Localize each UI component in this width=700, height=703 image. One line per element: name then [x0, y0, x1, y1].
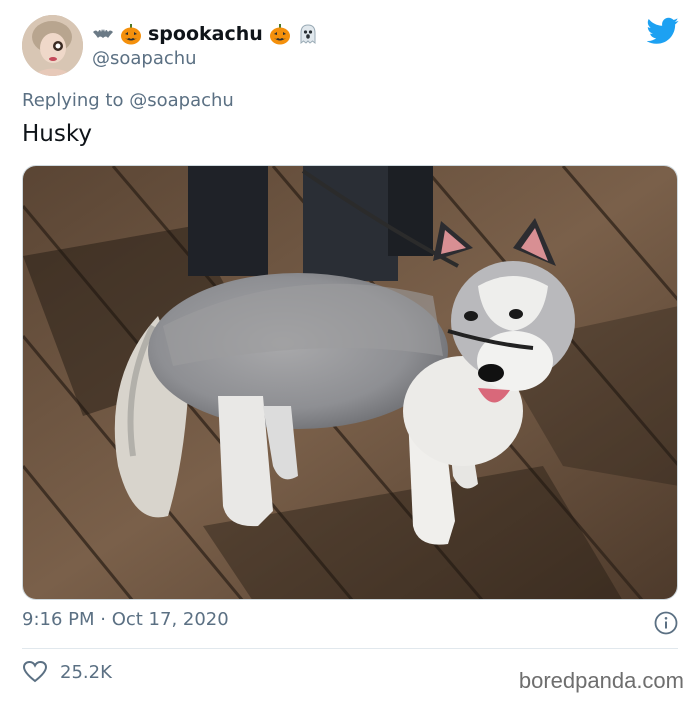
bat-emoji-icon: [93, 29, 113, 38]
like-action[interactable]: 25.2K: [22, 660, 112, 684]
avatar[interactable]: [22, 15, 83, 76]
tweet-text: Husky: [22, 121, 92, 147]
user-handle[interactable]: @soapachu: [92, 48, 197, 69]
replying-to: Replying to @soapachu: [22, 90, 234, 111]
twitter-bird-icon[interactable]: [647, 17, 679, 45]
reply-mention-link[interactable]: @soapachu: [129, 90, 234, 111]
replying-to-prefix: Replying to: [22, 90, 124, 111]
tweet-media-photo[interactable]: [22, 165, 678, 600]
like-count: 25.2K: [60, 661, 112, 683]
jack-o-lantern-emoji-icon: [269, 24, 290, 45]
user-name-row[interactable]: spookachu: [92, 20, 319, 48]
divider: [22, 648, 678, 649]
tweet-timestamp[interactable]: 9:16 PM · Oct 17, 2020: [22, 609, 229, 630]
source-watermark: boredpanda.com: [518, 668, 684, 693]
ghost-emoji-icon: [300, 24, 316, 45]
avatar-image: [22, 15, 83, 76]
heart-icon[interactable]: [22, 660, 48, 684]
jack-o-lantern-emoji-icon: [121, 24, 141, 45]
display-name[interactable]: spookachu: [148, 23, 263, 45]
info-icon[interactable]: [654, 611, 678, 635]
husky-photo: [23, 166, 677, 599]
